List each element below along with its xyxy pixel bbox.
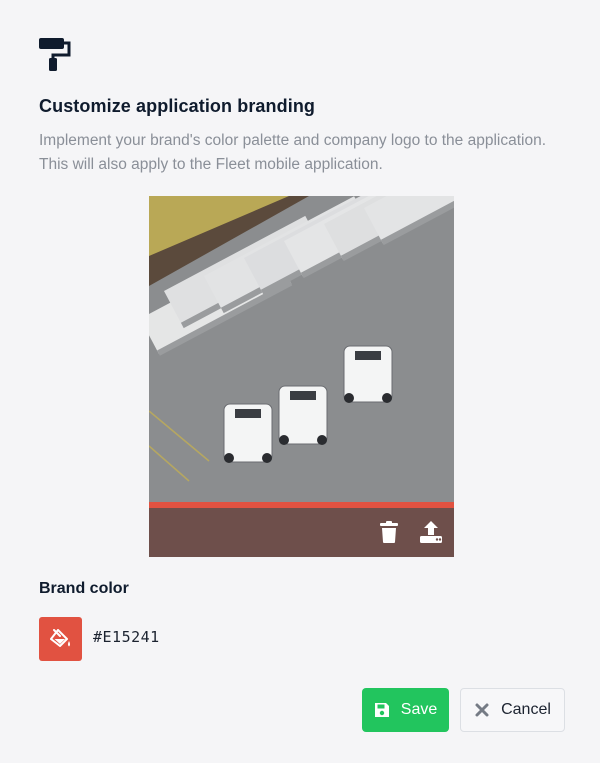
dialog-title: Customize application branding — [39, 96, 316, 116]
floppy-disk-icon — [374, 703, 389, 717]
brand-color-value: #E15241 — [93, 628, 160, 646]
dialog-description: Implement your brand's color palette and… — [39, 132, 547, 173]
save-button-label: Save — [400, 701, 438, 718]
logo-preview — [149, 196, 454, 557]
save-button[interactable]: Save — [362, 688, 449, 732]
brand-color-label: Brand color — [39, 580, 129, 597]
cancel-button-label: Cancel — [501, 701, 551, 718]
logo-image — [149, 196, 454, 502]
fill-drip-icon — [49, 629, 70, 647]
branding-dialog: Customize application branding Implement… — [0, 0, 600, 763]
close-icon — [475, 703, 489, 717]
trash-icon[interactable] — [377, 520, 401, 544]
logo-actions — [149, 508, 454, 557]
cancel-button[interactable]: Cancel — [460, 688, 565, 732]
upload-icon[interactable] — [419, 520, 443, 544]
paint-roller-icon — [39, 38, 71, 71]
brand-color-swatch[interactable] — [39, 617, 82, 661]
